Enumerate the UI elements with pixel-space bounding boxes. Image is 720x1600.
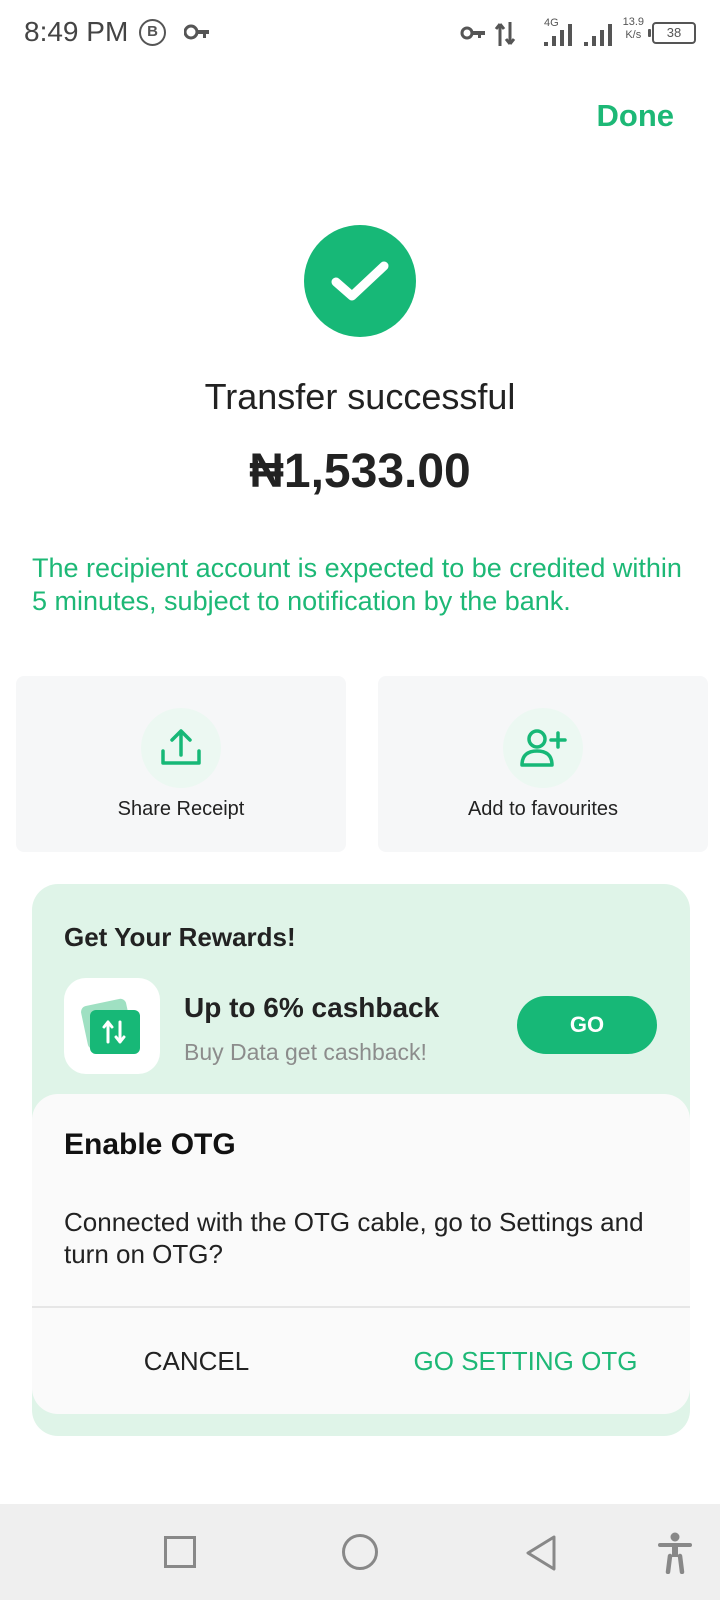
share-receipt-label: Share Receipt [117,798,245,820]
transfer-status-title: Transfer successful [204,376,516,417]
vpn-key-icon [460,26,485,40]
cancel-button[interactable]: CANCEL [32,1308,361,1414]
navigation-bar [0,1504,720,1600]
rewards-go-button[interactable]: GO [517,996,657,1054]
dialog-message: Connected with the OTG cable, go to Sett… [64,1207,644,1269]
data-transfer-icon [494,22,516,46]
transfer-amount: ₦1,533.00 [249,445,471,498]
enable-otg-dialog: Enable OTG Connected with the OTG cable,… [32,1094,690,1414]
dialog-title: Enable OTG [64,1128,236,1161]
upload-share-icon [141,708,221,788]
signal-icon [584,24,612,46]
check-icon [331,261,389,301]
credit-notice: The recipient account is expected to be … [32,553,682,616]
b-circle-icon: B [139,19,166,46]
recent-apps-icon[interactable] [164,1536,196,1568]
add-to-favourites-button[interactable]: Add to favourites [378,676,708,852]
signal-icon: 4G [544,17,572,46]
add-to-favourites-label: Add to favourites [467,798,619,820]
rewards-title: Get Your Rewards! [64,922,296,952]
go-setting-otg-button[interactable]: GO SETTING OTG [361,1308,690,1414]
done-button[interactable]: Done [597,98,675,134]
reward-headline: Up to 6% cashback [184,992,440,1023]
accessibility-icon[interactable] [658,1532,692,1574]
data-transfer-card-icon [64,978,160,1074]
key-icon [184,24,209,40]
home-icon[interactable] [342,1534,378,1570]
status-time: 8:49 PM [24,16,129,47]
check-circle-icon [304,225,416,337]
share-receipt-button[interactable]: Share Receipt [16,676,346,852]
network-speed: 13.9 K/s [622,16,644,41]
svg-text:4G: 4G [544,17,559,29]
status-bar: 8:49 PM B 4G 13.9 K/s 38 [0,0,720,66]
back-icon[interactable] [524,1534,558,1572]
battery-icon: 38 [648,22,696,44]
add-user-icon [503,708,583,788]
reward-subtitle: Buy Data get cashback! [184,1039,427,1065]
